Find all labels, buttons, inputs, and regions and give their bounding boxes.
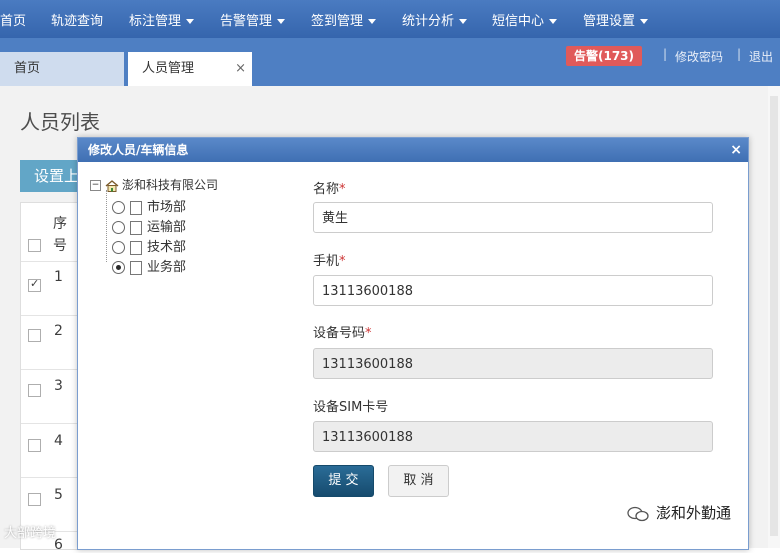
required-mark: * xyxy=(339,182,346,197)
edit-person-dialog: 修改人员/车辆信息 × − 澎和科技有限公司 市场部 运输部 技术部 业务部 名称… xyxy=(77,137,749,550)
document-icon xyxy=(130,200,142,215)
nav-item-label: 签到管理 xyxy=(311,14,364,29)
divider: | xyxy=(663,47,668,61)
device-number-label: 设备号码* xyxy=(313,322,372,341)
tree-node-tech[interactable]: 技术部 xyxy=(112,236,186,255)
watermark: 澎和外勤通 xyxy=(626,502,731,523)
close-icon[interactable]: × xyxy=(730,138,742,162)
name-label: 名称* xyxy=(313,178,346,197)
alarm-badge[interactable]: 告警(173) xyxy=(566,46,643,66)
nav-item-label: 统计分析 xyxy=(402,14,455,29)
nav-item-label: 标注管理 xyxy=(129,14,182,29)
tree-node-market[interactable]: 市场部 xyxy=(112,196,186,215)
radio-button[interactable] xyxy=(112,201,125,214)
tree-node-label: 技术部 xyxy=(147,240,187,255)
tree-guide-line xyxy=(106,190,108,262)
nav-item-sms[interactable]: 短信中心 xyxy=(492,10,558,29)
nav-item-label: 告警管理 xyxy=(220,14,273,29)
tree-node-label: 市场部 xyxy=(147,200,187,215)
cancel-button[interactable]: 取 消 xyxy=(388,465,449,497)
watermark-left: 大部跨境 xyxy=(4,526,57,541)
nav-item-settings[interactable]: 管理设置 xyxy=(583,10,649,29)
radio-button-selected[interactable] xyxy=(112,261,125,274)
nav-item-home[interactable]: 首页 xyxy=(0,10,26,29)
document-icon xyxy=(130,220,142,235)
radio-button[interactable] xyxy=(112,221,125,234)
dialog-title: 修改人员/车辆信息 xyxy=(88,143,189,157)
tab-home[interactable]: 首页 xyxy=(0,52,124,86)
chevron-down-icon xyxy=(459,19,468,24)
nav-item-statistics[interactable]: 统计分析 xyxy=(402,10,468,29)
nav-item-checkin[interactable]: 签到管理 xyxy=(311,10,377,29)
collapse-icon[interactable]: − xyxy=(90,180,101,191)
chevron-down-icon xyxy=(549,19,558,24)
field-label-text: 手机 xyxy=(313,254,340,269)
submit-button[interactable]: 提 交 xyxy=(313,465,374,497)
tree-node-label: 业务部 xyxy=(147,260,187,275)
tab-label: 人员管理 xyxy=(142,61,195,76)
field-label-text: 名称 xyxy=(313,182,340,197)
close-icon[interactable]: × xyxy=(235,52,246,86)
nav-item-markers[interactable]: 标注管理 xyxy=(129,10,195,29)
phone-label: 手机* xyxy=(313,250,346,269)
tree-node-business[interactable]: 业务部 xyxy=(112,256,186,275)
sim-number-field: 13113600188 xyxy=(313,421,713,452)
logout-link[interactable]: 退出 xyxy=(749,48,773,65)
watermark-text: 澎和外勤通 xyxy=(656,504,732,522)
sim-number-label: 设备SIM卡号 xyxy=(313,400,389,415)
required-mark: * xyxy=(339,254,346,269)
dialog-header: 修改人员/车辆信息 × xyxy=(78,138,748,162)
nav-item-label: 轨迹查询 xyxy=(51,14,104,29)
document-icon xyxy=(130,240,142,255)
phone-field[interactable]: 13113600188 xyxy=(313,275,713,306)
tree-node-transport[interactable]: 运输部 xyxy=(112,216,186,235)
required-mark: * xyxy=(365,326,372,341)
nav-item-label: 管理设置 xyxy=(583,14,636,29)
chevron-down-icon xyxy=(186,19,195,24)
device-number-field: 13113600188 xyxy=(313,348,713,379)
tree-root[interactable]: − 澎和科技有限公司 xyxy=(90,176,218,193)
divider: | xyxy=(737,47,742,61)
nav-item-alarms[interactable]: 告警管理 xyxy=(220,10,286,29)
tree-node-label: 运输部 xyxy=(147,220,187,235)
nav-item-track-query[interactable]: 轨迹查询 xyxy=(51,10,103,29)
tab-personnel[interactable]: 人员管理 × xyxy=(128,52,252,86)
chevron-down-icon xyxy=(368,19,377,24)
change-password-link[interactable]: 修改密码 xyxy=(675,48,723,65)
chevron-down-icon xyxy=(277,19,286,24)
radio-button[interactable] xyxy=(112,241,125,254)
wechat-icon xyxy=(627,506,649,521)
chevron-down-icon xyxy=(640,19,649,24)
document-icon xyxy=(130,260,142,275)
field-label-text: 设备号码 xyxy=(313,326,366,341)
tab-label: 首页 xyxy=(14,61,41,76)
nav-item-label: 短信中心 xyxy=(492,14,545,29)
tab-bar: 首页 人员管理 × xyxy=(0,38,780,86)
top-navigation: 首页 轨迹查询 标注管理 告警管理 签到管理 统计分析 短信中心 管理设置 xyxy=(0,0,780,38)
tree-root-label: 澎和科技有限公司 xyxy=(122,178,219,192)
nav-item-label: 首页 xyxy=(0,14,27,29)
name-field[interactable]: 黄生 xyxy=(313,202,713,233)
